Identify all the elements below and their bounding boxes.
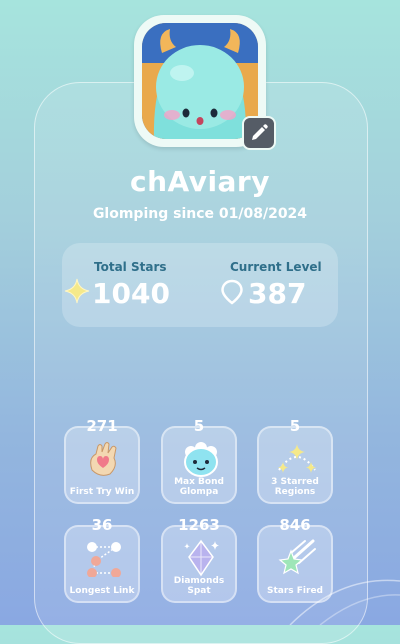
- achievement-stars-fired[interactable]: Stars Fired: [257, 525, 333, 603]
- achievement-label: Max Bond: [174, 477, 224, 487]
- current-level-label: Current Level: [230, 260, 322, 274]
- total-stars-value: 1040: [92, 277, 170, 310]
- achievement-label-line2: Glompa: [179, 487, 219, 497]
- achievement-diamonds-spat[interactable]: Diamonds Spat: [161, 525, 237, 603]
- three-stars-icon: [278, 444, 316, 473]
- achievement-label: First Try Win: [69, 487, 135, 497]
- achievement-max-bond-glompa[interactable]: Max Bond Glompa: [161, 426, 237, 504]
- link-dots-icon: [87, 542, 121, 577]
- edit-avatar-button[interactable]: [242, 116, 276, 150]
- achievement-count: 846: [279, 516, 311, 534]
- achievement-label: 3 Starred: [271, 477, 319, 487]
- glompa-face-icon: [184, 442, 218, 477]
- member-since-text: Glomping since 01/08/2024: [92, 206, 308, 222]
- achievement-label-line2: Spat: [187, 586, 211, 596]
- star-icon: [64, 278, 90, 304]
- diamond-icon: [184, 539, 219, 577]
- achievement-count: 36: [91, 516, 113, 534]
- achievement-count: 1263: [178, 516, 220, 534]
- achievement-label: Longest Link: [69, 586, 135, 596]
- achievement-label: Stars Fired: [266, 586, 323, 596]
- current-level-value: 387: [248, 277, 307, 310]
- total-stars-label: Total Stars: [94, 260, 167, 274]
- achievement-count: 5: [193, 417, 205, 435]
- hand-heart-icon: [90, 442, 117, 476]
- pencil-icon: [252, 124, 268, 140]
- username: chAviary: [129, 165, 270, 198]
- location-pin-icon: [221, 279, 243, 305]
- achievement-label-line2: Regions: [274, 487, 316, 497]
- stats-summary: Total Stars 1040 Current Level 387: [62, 243, 338, 327]
- shooting-star-icon: [278, 539, 316, 575]
- achievement-label: Diamonds: [173, 576, 225, 586]
- achievement-count: 5: [289, 417, 301, 435]
- achievement-longest-link[interactable]: Longest Link: [64, 525, 140, 603]
- achievement-3-starred-regions[interactable]: 3 Starred Regions: [257, 426, 333, 504]
- achievement-count: 271: [86, 417, 118, 435]
- achievement-first-try-win[interactable]: First Try Win: [64, 426, 140, 504]
- avatar-image: [142, 23, 258, 139]
